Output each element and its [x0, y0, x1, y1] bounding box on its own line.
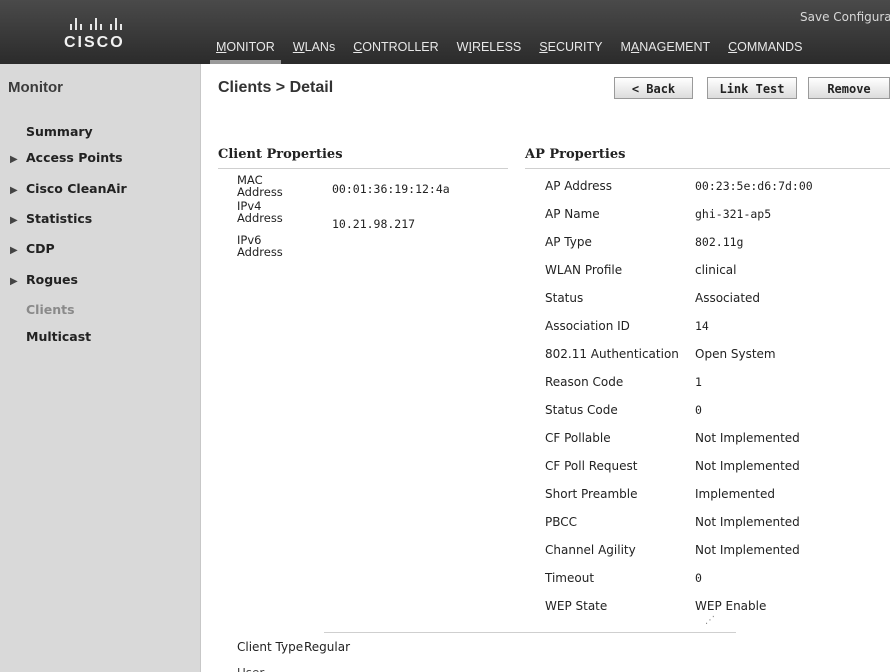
- wlan-profile-label: WLAN Profile: [545, 263, 623, 277]
- ap-row: AP Name ghi-321-ap5: [545, 207, 885, 235]
- ap-row: CF Pollable Not Implemented: [545, 431, 885, 459]
- wep-state-label: WEP State: [545, 599, 608, 613]
- ap-row: Short Preamble Implemented: [545, 487, 885, 515]
- cf-poll-request-label: CF Poll Request: [545, 459, 638, 473]
- user-name-label: User Name: [237, 666, 297, 672]
- ap-row: WEP State WEP Enable: [545, 599, 885, 627]
- save-configuration-link[interactable]: Save Configuration: [800, 10, 890, 24]
- ap-row: AP Type 802.11g: [545, 235, 885, 263]
- ap-type-label: AP Type: [545, 235, 592, 249]
- status-value: Associated: [695, 291, 761, 305]
- ap-properties-divider: [525, 168, 890, 169]
- nav-management[interactable]: MANAGEMENT: [615, 38, 717, 64]
- cf-pollable-label: CF Pollable: [545, 431, 611, 445]
- ap-type-value: 802.11g: [695, 235, 744, 249]
- pbcc-label: PBCC: [545, 515, 578, 529]
- status-code-label: Status Code: [545, 403, 618, 417]
- top-banner: CISCO Save Configuration MONITOR WLANs C…: [0, 0, 890, 64]
- authentication-value: Open System: [695, 347, 776, 361]
- sidebar: Monitor Summary ▶ Access Points ▶ Cisco Cl…: [0, 64, 201, 672]
- mac-address-label: MAC Address: [237, 173, 283, 199]
- sidebar-item-access-points[interactable]: ▶ Access Points: [10, 150, 123, 165]
- cisco-logo-bars-icon: [64, 10, 164, 30]
- link-test-button[interactable]: Link Test: [707, 77, 797, 99]
- association-id-label: Association ID: [545, 319, 630, 333]
- ap-row: Timeout 0: [545, 571, 885, 599]
- ap-row: AP Address 00:23:5e:d6:7d:00: [545, 179, 885, 207]
- reason-code-label: Reason Code: [545, 375, 624, 389]
- sidebar-item-multicast[interactable]: Multicast: [26, 329, 91, 344]
- section-divider: [324, 632, 736, 633]
- sidebar-item-cisco-cleanair[interactable]: ▶ Cisco CleanAir: [10, 181, 127, 196]
- cf-poll-request-value: Not Implemented: [695, 459, 800, 473]
- ap-row: Channel Agility Not Implemented: [545, 543, 885, 571]
- expand-arrow-icon: ▶: [10, 245, 18, 256]
- sidebar-item-cdp[interactable]: ▶ CDP: [10, 241, 55, 256]
- ap-row: Reason Code 1: [545, 375, 885, 403]
- ipv4-address-label: IPv4 Address: [237, 199, 283, 225]
- expand-arrow-icon: ▶: [10, 276, 18, 287]
- expand-arrow-icon: ▶: [10, 185, 18, 196]
- main-nav: MONITOR WLANs CONTROLLER WIRELESS SECURI…: [210, 38, 814, 64]
- ap-row: PBCC Not Implemented: [545, 515, 885, 543]
- remove-button[interactable]: Remove: [808, 77, 890, 99]
- ap-row: Association ID 14: [545, 319, 885, 347]
- ap-name-label: AP Name: [545, 207, 600, 221]
- reason-code-value: 1: [695, 375, 702, 389]
- client-type-label: Client Type: [237, 640, 304, 654]
- sidebar-title: Monitor: [8, 79, 63, 96]
- ap-row: Status Code 0: [545, 403, 885, 431]
- cisco-logo: CISCO: [64, 10, 164, 60]
- page-title: Clients > Detail: [218, 79, 334, 96]
- status-label: Status: [545, 291, 584, 305]
- nav-monitor[interactable]: MONITOR: [210, 38, 281, 64]
- sidebar-item-clients[interactable]: Clients: [26, 302, 75, 317]
- status-code-value: 0: [695, 403, 702, 417]
- nav-controller[interactable]: CONTROLLER: [347, 38, 444, 64]
- short-preamble-label: Short Preamble: [545, 487, 638, 501]
- pbcc-value: Not Implemented: [695, 515, 800, 529]
- ipv4-address-value: 10.21.98.217: [332, 217, 416, 231]
- ap-row: Status Associated: [545, 291, 885, 319]
- sidebar-item-rogues[interactable]: ▶ Rogues: [10, 272, 78, 287]
- nav-wireless[interactable]: WIRELESS: [451, 38, 528, 64]
- nav-security[interactable]: SECURITY: [533, 38, 608, 64]
- cisco-logo-text: CISCO: [64, 34, 125, 51]
- short-preamble-value: Implemented: [695, 487, 775, 501]
- nav-wlans[interactable]: WLANs: [287, 38, 341, 64]
- ap-properties-heading: AP Properties: [525, 147, 626, 162]
- association-id-value: 14: [695, 319, 709, 333]
- channel-agility-value: Not Implemented: [695, 543, 800, 557]
- expand-arrow-icon: ▶: [10, 154, 18, 165]
- cf-pollable-value: Not Implemented: [695, 431, 800, 445]
- ap-name-value: ghi-321-ap5: [695, 207, 772, 221]
- resize-grip-icon[interactable]: ⋰: [705, 615, 715, 626]
- ap-row: WLAN Profile clinical: [545, 263, 885, 291]
- client-properties-heading: Client Properties: [218, 147, 343, 162]
- ap-address-label: AP Address: [545, 179, 613, 193]
- timeout-value: 0: [695, 571, 702, 585]
- wlan-profile-value: clinical: [695, 263, 737, 277]
- sidebar-item-statistics[interactable]: ▶ Statistics: [10, 211, 92, 226]
- ap-address-value: 00:23:5e:d6:7d:00: [695, 179, 813, 193]
- timeout-label: Timeout: [545, 571, 595, 585]
- client-properties-divider: [218, 168, 508, 169]
- authentication-label: 802.11 Authentication: [545, 347, 679, 361]
- ipv6-address-label: IPv6 Address: [237, 233, 283, 259]
- wep-state-value: WEP Enable: [695, 599, 767, 613]
- sidebar-item-summary[interactable]: Summary: [26, 124, 93, 139]
- mac-address-value: 00:01:36:19:12:4a: [332, 182, 450, 196]
- nav-commands[interactable]: COMMANDS: [722, 38, 808, 64]
- channel-agility-label: Channel Agility: [545, 543, 636, 557]
- ap-row: 802.11 Authentication Open System: [545, 347, 885, 375]
- client-type-value: Regular: [304, 640, 351, 654]
- expand-arrow-icon: ▶: [10, 215, 18, 226]
- ap-row: CF Poll Request Not Implemented: [545, 459, 885, 487]
- back-button[interactable]: < Back: [614, 77, 693, 99]
